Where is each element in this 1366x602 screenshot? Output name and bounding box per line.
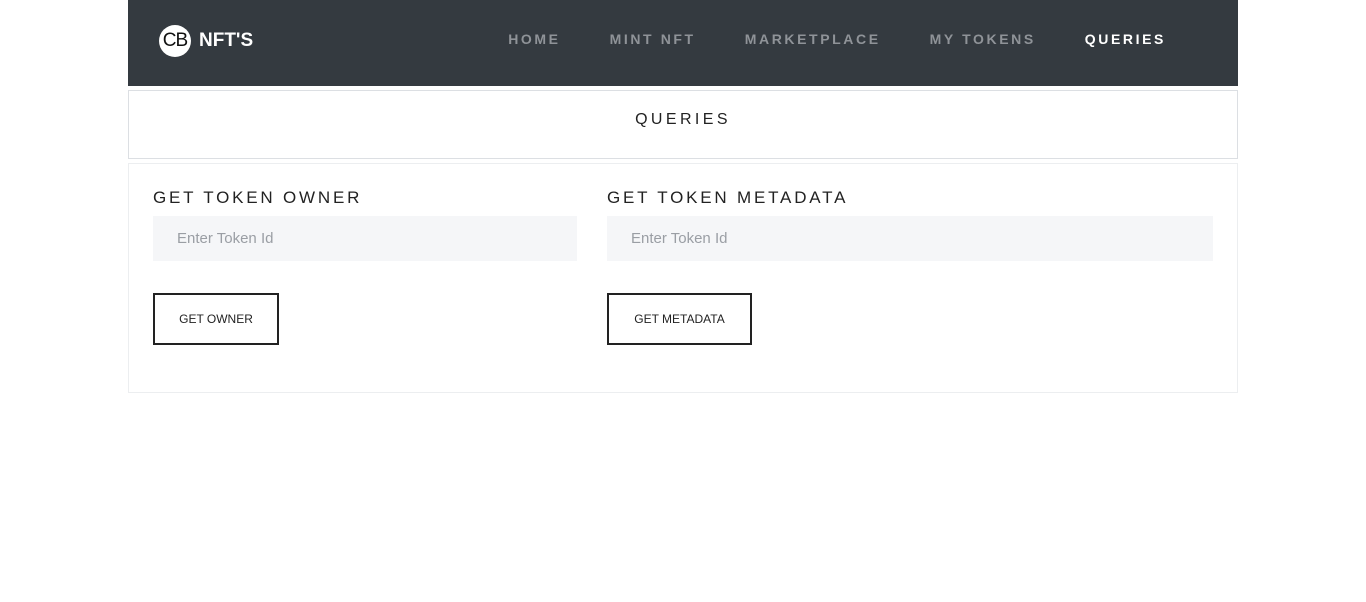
nav-link-marketplace[interactable]: MARKETPLACE (745, 31, 881, 47)
nav-link-home[interactable]: HOME (508, 31, 560, 47)
owner-token-id-input[interactable] (153, 216, 577, 261)
get-owner-button[interactable]: GET OWNER (153, 293, 279, 345)
owner-query-heading: GET TOKEN OWNER (153, 188, 363, 207)
queries-card: GET TOKEN OWNER GET OWNER GET TOKEN META… (128, 163, 1238, 393)
page-container: CB NFT'S HOME MINT NFT MARKETPLACE MY TO… (128, 0, 1238, 393)
metadata-query-heading: GET TOKEN METADATA (607, 188, 849, 207)
nav-link-my-tokens[interactable]: MY TOKENS (930, 31, 1036, 47)
brand[interactable]: CB NFT'S (159, 25, 253, 57)
brand-logo-icon: CB (159, 25, 191, 57)
owner-query-section: GET TOKEN OWNER GET OWNER (153, 188, 577, 345)
nav-links: HOME MINT NFT MARKETPLACE MY TOKENS QUER… (459, 31, 1166, 47)
nav-link-mint-nft[interactable]: MINT NFT (610, 31, 696, 47)
navbar: CB NFT'S HOME MINT NFT MARKETPLACE MY TO… (128, 0, 1238, 86)
page-title-card: QUERIES (128, 90, 1238, 159)
get-metadata-button[interactable]: GET METADATA (607, 293, 752, 345)
nav-link-queries[interactable]: QUERIES (1085, 31, 1166, 47)
metadata-query-section: GET TOKEN METADATA GET METADATA (607, 188, 1213, 345)
metadata-token-id-input[interactable] (607, 216, 1213, 261)
brand-name: NFT'S (199, 30, 254, 51)
page-title: QUERIES (635, 111, 731, 128)
